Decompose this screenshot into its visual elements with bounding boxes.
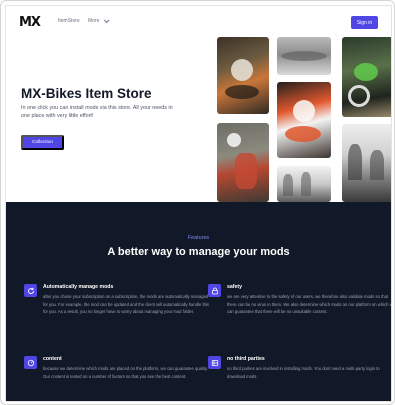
- hero-photo-snow-forest: [342, 124, 391, 202]
- hero-photo-rider-2: [342, 37, 391, 117]
- nav-more-label: More: [88, 18, 100, 24]
- feature-title: no third parties: [227, 356, 265, 362]
- hero-photo-rider-4: [217, 123, 269, 202]
- chevron-down-icon: [104, 17, 110, 24]
- feature-title: content: [43, 356, 62, 362]
- features-title: A better way to manage your mods: [107, 246, 290, 258]
- collection-button[interactable]: Collection: [21, 135, 64, 150]
- hero-title: MX-Bikes Item Store: [21, 86, 152, 101]
- site-header: MX ItemStore More Sign in: [6, 6, 391, 36]
- sign-in-button[interactable]: Sign in: [351, 16, 378, 29]
- feature-description: because we determine which mods are plac…: [43, 366, 208, 379]
- site-logo[interactable]: MX: [19, 15, 41, 30]
- hero-photo-snow-trees: [277, 166, 331, 202]
- hero-photo-rider-1: [217, 37, 269, 114]
- hero-photo-rider-3: [277, 82, 331, 158]
- features-eyebrow: Features: [187, 235, 210, 241]
- nav-link-more[interactable]: More: [88, 17, 110, 24]
- browser-window: MX ItemStore More Sign in MX-Bikes Item …: [5, 5, 392, 402]
- logo-text: MX: [19, 15, 41, 30]
- refresh-icon: [24, 284, 37, 297]
- feature-title: Automatically manage mods: [43, 284, 114, 290]
- screenshot-frame: MX ItemStore More Sign in MX-Bikes Item …: [0, 0, 395, 405]
- server-icon: [208, 356, 221, 369]
- nav-link-itemstore[interactable]: ItemStore: [58, 18, 80, 24]
- feature-title: safety: [227, 284, 242, 290]
- hero-photo-mud-track: [277, 37, 331, 75]
- gauge-icon: [24, 356, 37, 369]
- feature-description: no third parties are involved in install…: [227, 366, 380, 379]
- feature-description: we are very attentive to the safety of o…: [227, 294, 392, 314]
- hero-subtitle: In one click you can install mods via th…: [21, 105, 173, 119]
- features-section: Features A better way to manage your mod…: [6, 202, 392, 401]
- feature-description: after you chose your subscription on a s…: [43, 294, 209, 314]
- lock-icon: [208, 284, 221, 297]
